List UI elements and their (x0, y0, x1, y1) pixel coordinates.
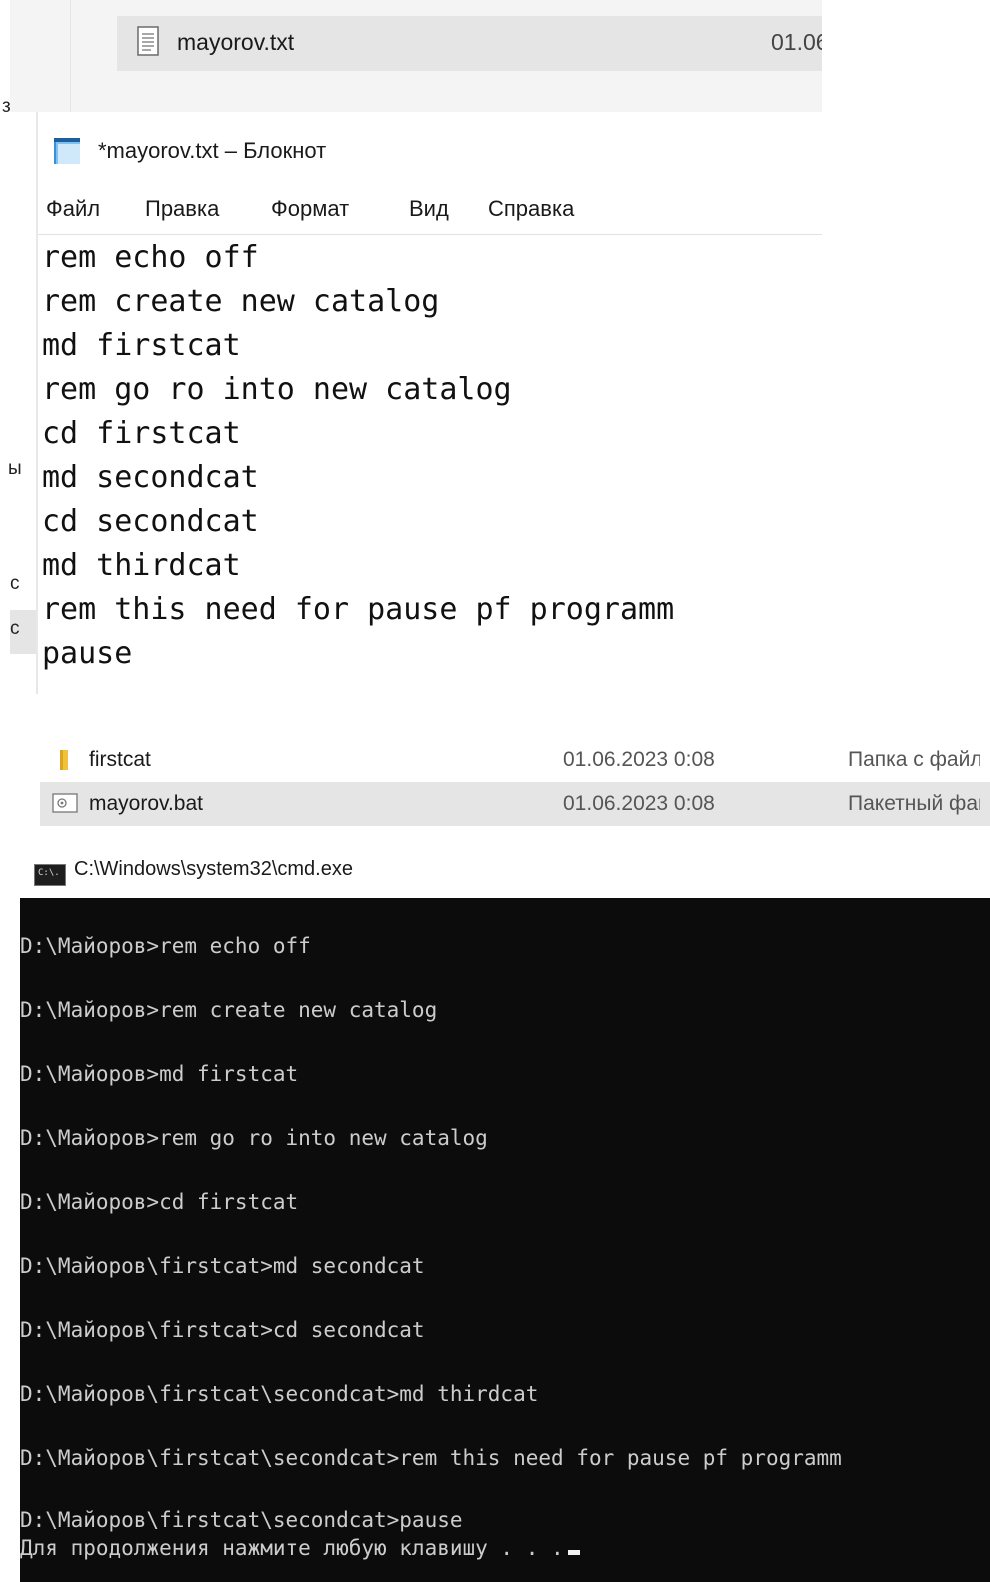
console-line: D:\Майоров>md firstcat (20, 1062, 299, 1086)
row-type: Пакетный файл Windows (848, 792, 980, 815)
console-line: D:\Майоров>cd firstcat (20, 1190, 299, 1214)
console-line: D:\Майоров\firstcat\secondcat>rem this n… (20, 1446, 842, 1470)
batch-file-icon (52, 793, 78, 813)
console-line: D:\Майоров>rem create new catalog (20, 998, 438, 1022)
console-line: D:\Майоров\firstcat\secondcat>md thirdca… (20, 1382, 539, 1406)
console-line: D:\Майоров>rem go ro into new catalog (20, 1126, 488, 1150)
clipped-text-fragment: ы (8, 458, 22, 479)
file-name: mayorov.txt (177, 29, 295, 55)
editor-line: cd firstcat (42, 416, 241, 451)
editor-line: rem this need for pause pf programm (42, 592, 675, 627)
file-row-mayorov-bat[interactable]: mayorov.bat 01.06.2023 0:08 Пакетный фай… (40, 782, 990, 826)
notepad-titlebar[interactable]: *mayorov.txt – Блокнот (38, 112, 822, 190)
cmd-console[interactable]: D:\Майоров>rem echo off D:\Майоров>rem c… (20, 898, 990, 1582)
text-cursor (567, 1550, 580, 1555)
cmd-title: C:\Windows\system32\cmd.exe (74, 858, 353, 880)
file-row-mayorov-txt[interactable]: mayorov.txt 01.06.2023 0:08 (117, 16, 822, 71)
editor-line: rem echo off (42, 240, 259, 275)
editor-line: rem go ro into new catalog (42, 372, 512, 407)
editor-line: pause (42, 636, 133, 671)
console-prompt-line: Для продолжения нажмите любую клавишу . … (20, 1536, 580, 1560)
notepad-text-area[interactable]: rem echo off rem create new catalog md f… (42, 236, 822, 676)
menu-edit[interactable]: Правка (145, 196, 219, 222)
editor-line: md secondcat (42, 460, 259, 495)
row-name: mayorov.bat (89, 792, 203, 815)
cmd-titlebar[interactable]: C:\. C:\Windows\system32\cmd.exe (20, 840, 980, 898)
file-date: 01.06.2023 0:08 (771, 29, 822, 55)
editor-line: md firstcat (42, 328, 241, 363)
notepad-title: *mayorov.txt – Блокнот (98, 138, 327, 163)
row-date: 01.06.2023 0:08 (563, 748, 715, 771)
menu-separator (38, 234, 822, 235)
file-row-firstcat[interactable]: firstcat 01.06.2023 0:08 Папка с файлами (40, 738, 990, 782)
console-line: D:\Майоров\firstcat\secondcat>pause (20, 1508, 463, 1532)
clipped-text-fragment: с (10, 618, 20, 639)
editor-line: rem create new catalog (42, 284, 440, 319)
menu-file[interactable]: Файл (46, 196, 100, 222)
console-line: D:\Майоров\firstcat>md secondcat (20, 1254, 425, 1278)
editor-line: cd secondcat (42, 504, 259, 539)
row-date: 01.06.2023 0:08 (563, 792, 715, 815)
menu-view[interactable]: Вид (409, 196, 449, 222)
menu-format[interactable]: Формат (271, 196, 349, 222)
clipped-text-fragment: с (10, 573, 20, 594)
menu-help[interactable]: Справка (488, 196, 574, 222)
console-line: D:\Майоров>rem echo off (20, 934, 311, 958)
clipped-text-fragment: з (2, 96, 11, 117)
notepad-window: *mayorov.txt – Блокнот Файл Правка Форма… (38, 112, 822, 694)
notepad-icon (54, 138, 80, 164)
editor-line: md thirdcat (42, 548, 241, 583)
row-type: Папка с файлами (848, 748, 980, 771)
console-line: D:\Майоров\firstcat>cd secondcat (20, 1318, 425, 1342)
explorer-pane-divider (70, 0, 71, 112)
cmd-icon-label: C:\. (38, 868, 60, 878)
text-document-icon (137, 26, 159, 56)
console-prompt-text: Для продолжения нажмите любую клавишу . … (20, 1536, 564, 1560)
row-name: firstcat (89, 748, 151, 771)
notepad-menubar: Файл Правка Формат Вид Справка (38, 196, 822, 232)
cmd-icon: C:\. (34, 864, 66, 886)
folder-icon (60, 750, 68, 770)
